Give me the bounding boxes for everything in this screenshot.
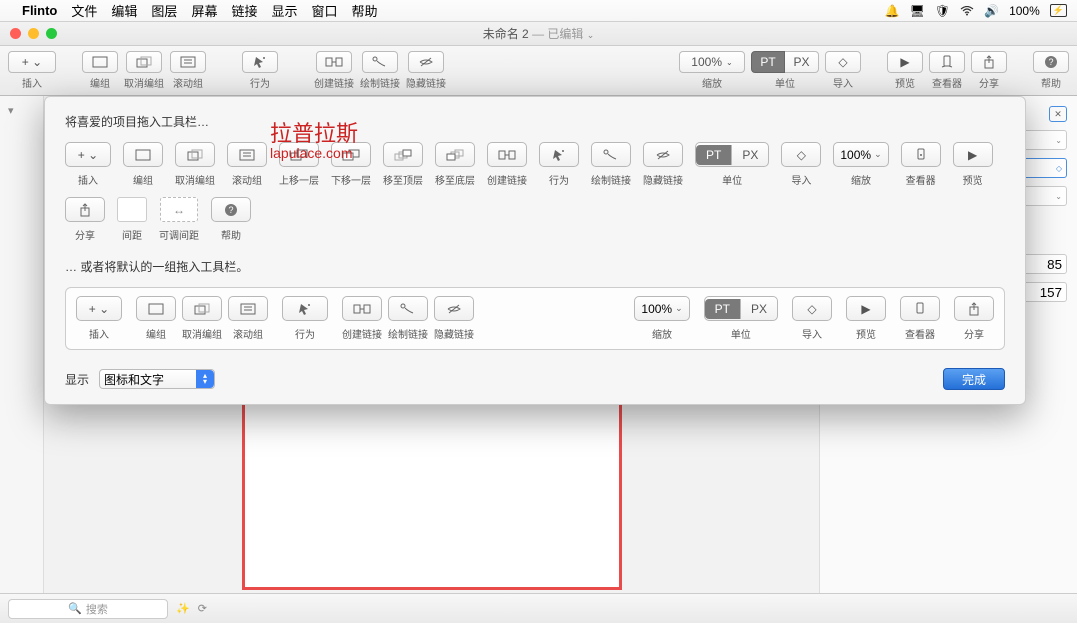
tb-draw-link[interactable] — [362, 51, 398, 73]
default-toolbar-set[interactable]: + ⌄插入 编组 取消编组 滚动组 行为 创建链接 绘制链接 隐藏链接 100%… — [65, 287, 1005, 350]
titlebar: 未命名 2 — 已编辑 ⌄ — [0, 22, 1077, 46]
refresh-icon[interactable]: ⟳ — [198, 602, 207, 615]
menu-window[interactable]: 窗口 — [311, 1, 337, 20]
menu-screen[interactable]: 屏幕 — [191, 1, 217, 20]
battery-percent: 100% — [1009, 4, 1040, 18]
show-mode-select[interactable]: 图标和文字 ▴▾ — [99, 369, 215, 389]
pal-import[interactable]: ◇ — [781, 142, 821, 167]
pal-down-layer[interactable] — [331, 142, 371, 167]
tb-zoom-combo[interactable]: 100% ⌄ — [679, 51, 745, 73]
ds-viewer[interactable] — [900, 296, 940, 321]
wand-icon[interactable]: ✨ — [176, 602, 190, 615]
ds-unit[interactable]: PTPX — [704, 296, 778, 321]
disclosure-icon[interactable]: ▾ — [0, 96, 43, 125]
done-button[interactable]: 完成 — [943, 368, 1005, 390]
menu-layer[interactable]: 图层 — [151, 1, 177, 20]
pal-space[interactable] — [117, 197, 147, 222]
pal-hide-link[interactable] — [643, 142, 683, 167]
tb-insert[interactable]: + ⌄ — [8, 51, 56, 73]
pal-group[interactable] — [123, 142, 163, 167]
tb-unit-px[interactable]: PX — [785, 51, 819, 73]
pal-insert[interactable]: + ⌄ — [65, 142, 111, 167]
ds-share[interactable] — [954, 296, 994, 321]
ds-group[interactable] — [136, 296, 176, 321]
palette: + ⌄插入 编组 取消编组 滚动组 上移一层 下移一层 移至顶层 移至底层 创建… — [65, 142, 1005, 242]
tb-ungroup[interactable] — [126, 51, 162, 73]
show-label: 显示 — [65, 371, 89, 388]
menu-file[interactable]: 文件 — [71, 1, 97, 20]
ds-insert[interactable]: + ⌄ — [76, 296, 122, 321]
svg-text:?: ? — [1048, 57, 1053, 67]
pal-unit[interactable]: PTPX — [695, 142, 769, 167]
pal-ungroup[interactable] — [175, 142, 215, 167]
search-icon: 🔍 — [68, 602, 82, 615]
sheet-title-1: 将喜爱的项目拖入工具栏… — [65, 113, 1005, 130]
pal-draw-link[interactable] — [591, 142, 631, 167]
toolbar: + ⌄插入 编组 取消编组 滚动组 行为 创建链接 绘制链接 隐藏链接 100%… — [0, 46, 1077, 96]
sheet-title-2: … 或者将默认的一组拖入工具栏。 — [65, 258, 1005, 275]
tb-group[interactable] — [82, 51, 118, 73]
close-button[interactable] — [10, 28, 21, 39]
ds-ungroup[interactable] — [182, 296, 222, 321]
pal-flex-space[interactable]: ↔ — [160, 197, 198, 222]
sheet-footer: 显示 图标和文字 ▴▾ 完成 — [65, 368, 1005, 390]
pal-zoom[interactable]: 100%⌄ — [833, 142, 888, 167]
ds-zoom[interactable]: 100%⌄ — [634, 296, 689, 321]
pal-share[interactable] — [65, 197, 105, 222]
minimize-button[interactable] — [28, 28, 39, 39]
pal-to-bottom[interactable] — [435, 142, 475, 167]
tb-unit-segment[interactable]: PTPX — [751, 51, 819, 73]
menubar: Flinto 文件 编辑 图层 屏幕 链接 显示 窗口 帮助 🔔 🖥 🛡 🔊 1… — [0, 0, 1077, 22]
menu-view[interactable]: 显示 — [271, 1, 297, 20]
tb-behavior[interactable] — [242, 51, 278, 73]
search-field[interactable]: 🔍 搜索 — [8, 599, 168, 619]
pal-up-layer[interactable] — [279, 142, 319, 167]
status-shield-icon[interactable]: 🛡 — [935, 4, 950, 18]
ds-create-link[interactable] — [342, 296, 382, 321]
tb-hide-link[interactable] — [408, 51, 444, 73]
bottom-bar: 🔍 搜索 ✨ ⟳ — [0, 593, 1077, 623]
pal-help[interactable]: ? — [211, 197, 251, 222]
ds-import[interactable]: ◇ — [792, 296, 832, 321]
layers-panel[interactable]: ▾ — [0, 96, 44, 593]
pal-scrollgroup[interactable] — [227, 142, 267, 167]
status-display-icon[interactable]: 🖥 — [910, 4, 925, 18]
pal-to-top[interactable] — [383, 142, 423, 167]
document-title[interactable]: 未命名 2 — 已编辑 ⌄ — [483, 25, 595, 42]
ds-hide-link[interactable] — [434, 296, 474, 321]
menu-edit[interactable]: 编辑 — [111, 1, 137, 20]
ds-behavior[interactable] — [282, 296, 328, 321]
status-bell-icon[interactable]: 🔔 — [885, 4, 900, 18]
status-wifi-icon[interactable] — [960, 6, 974, 16]
customize-toolbar-sheet: 将喜爱的项目拖入工具栏… + ⌄插入 编组 取消编组 滚动组 上移一层 下移一层… — [44, 96, 1026, 405]
tb-import[interactable]: ◇ — [825, 51, 861, 73]
pal-create-link[interactable] — [487, 142, 527, 167]
menu-help[interactable]: 帮助 — [352, 1, 378, 20]
tb-preview[interactable]: ▶ — [887, 51, 923, 73]
tb-create-link[interactable] — [316, 51, 352, 73]
tb-scrollgroup[interactable] — [170, 51, 206, 73]
tb-share[interactable] — [971, 51, 1007, 73]
tb-unit-pt[interactable]: PT — [751, 51, 785, 73]
tb-help[interactable]: ? — [1033, 51, 1069, 73]
status-volume-icon[interactable]: 🔊 — [984, 4, 999, 18]
svg-text:?: ? — [228, 205, 233, 215]
pal-preview[interactable]: ▶ — [953, 142, 993, 167]
pal-viewer[interactable] — [901, 142, 941, 167]
ds-preview[interactable]: ▶ — [846, 296, 886, 321]
tb-viewer[interactable] — [929, 51, 965, 73]
battery-icon[interactable]: ⚡ — [1050, 4, 1067, 17]
ds-scrollgroup[interactable] — [228, 296, 268, 321]
zoom-button[interactable] — [46, 28, 57, 39]
insp-close[interactable]: ✕ — [1049, 106, 1067, 122]
app-name[interactable]: Flinto — [22, 3, 57, 18]
pal-behavior[interactable] — [539, 142, 579, 167]
traffic-lights[interactable] — [10, 28, 57, 39]
ds-draw-link[interactable] — [388, 296, 428, 321]
menu-link[interactable]: 链接 — [231, 1, 257, 20]
